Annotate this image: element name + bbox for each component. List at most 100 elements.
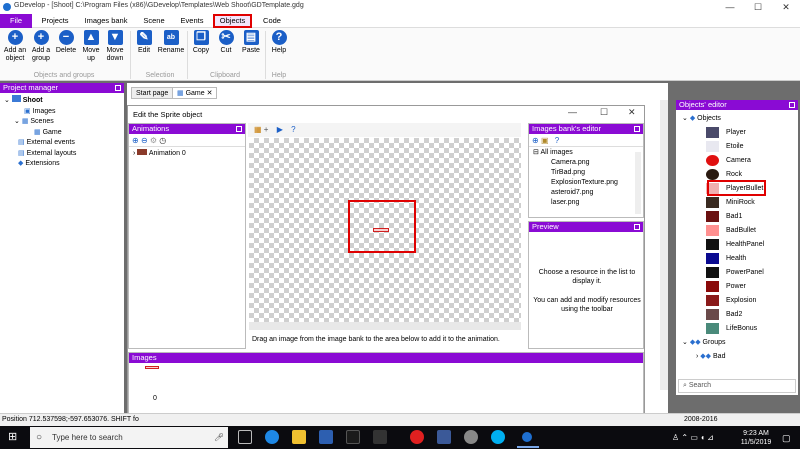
object-item[interactable]: Etoile xyxy=(706,140,798,154)
dialog-minimize-button[interactable]: — xyxy=(568,107,577,117)
skype-icon[interactable] xyxy=(491,430,505,444)
folder-icon[interactable]: ▣ xyxy=(541,136,549,145)
windows-start-icon[interactable]: ⊞ xyxy=(8,431,20,443)
paste-button[interactable]: ▤ Paste xyxy=(239,30,263,55)
microphone-icon[interactable]: 🎤︎ xyxy=(214,427,224,448)
objects-editor-title: Objects' editor xyxy=(676,100,798,110)
edge-icon[interactable] xyxy=(265,430,279,444)
tab-close-icon[interactable]: ✕ xyxy=(207,90,213,97)
menu-objects[interactable]: Objects xyxy=(213,14,252,28)
object-item[interactable]: MiniRock xyxy=(706,196,798,210)
point-icon[interactable]: + xyxy=(264,125,269,134)
image-item[interactable]: asteroid7.png xyxy=(533,188,639,198)
image-item[interactable]: TirBad.png xyxy=(533,168,639,178)
window-title: GDevelop - [Shoot] C:\Program Files (x86… xyxy=(14,2,304,9)
objects-root[interactable]: ⌄ ◆ Objects xyxy=(676,112,798,126)
app-icon[interactable] xyxy=(346,430,360,444)
task-view-icon[interactable] xyxy=(238,430,252,444)
taskbar-search-input[interactable]: ○ Type here to search 🎤︎ xyxy=(30,427,228,448)
cut-button[interactable]: ✂ Cut xyxy=(215,30,237,55)
object-item[interactable]: Player xyxy=(706,126,798,140)
image-item[interactable]: ExplosionTexture.png xyxy=(533,178,639,188)
edit-button[interactable]: ✎ Edit xyxy=(133,30,155,55)
menu-file[interactable]: File xyxy=(0,14,32,28)
events-icon: ▤ xyxy=(18,139,25,146)
opera-icon[interactable] xyxy=(410,430,424,444)
remove-animation-icon[interactable]: ⊖ xyxy=(141,136,148,145)
tree-item-shoot[interactable]: ⌄ Shoot xyxy=(4,95,124,107)
object-item[interactable]: LifeBonus xyxy=(706,322,798,336)
tab-game[interactable]: ▦ Game ✕ xyxy=(172,87,218,99)
facebook-icon[interactable] xyxy=(437,430,451,444)
grid-icon[interactable]: ▦ xyxy=(254,125,262,134)
object-item[interactable]: Health xyxy=(706,252,798,266)
groups-node[interactable]: ⌄ ◆◆ Groups xyxy=(676,336,798,350)
panel-close-icon[interactable] xyxy=(634,126,640,132)
notifications-icon[interactable]: ▢ xyxy=(782,433,791,444)
tree-item-extensions[interactable]: ◆ Extensions xyxy=(4,159,124,170)
file-explorer-icon[interactable] xyxy=(292,430,306,444)
move-down-button[interactable]: ▼ Move down xyxy=(104,30,126,63)
object-item[interactable]: Power xyxy=(706,280,798,294)
panel-close-icon[interactable] xyxy=(634,224,640,230)
rename-button[interactable]: ab Rename xyxy=(157,30,185,55)
scene-scrollbar[interactable] xyxy=(660,100,668,390)
play-icon[interactable]: ▶ xyxy=(277,125,283,134)
object-item[interactable]: Bad1 xyxy=(706,210,798,224)
gdevelop-taskbar-icon[interactable] xyxy=(520,430,534,444)
tree-item-external-layouts[interactable]: ▤ External layouts xyxy=(4,149,124,160)
object-item[interactable]: Bad2 xyxy=(706,308,798,322)
images-root[interactable]: ⊟ All images xyxy=(533,148,639,158)
panel-close-icon[interactable] xyxy=(236,126,242,132)
system-tray-icons[interactable]: ♙ ⌃ ▭ ◖ ⊿ xyxy=(672,433,714,442)
delete-button[interactable]: − Delete xyxy=(54,30,78,55)
tree-item-game[interactable]: ▦ Game xyxy=(4,128,124,139)
dialog-maximize-button[interactable]: ☐ xyxy=(600,107,608,118)
clock-icon[interactable]: ◷ xyxy=(159,136,166,145)
object-item[interactable]: HealthPanel xyxy=(706,238,798,252)
add-image-icon[interactable]: ⊕ xyxy=(532,136,539,145)
add-object-button[interactable]: + Add an object xyxy=(3,30,27,63)
objects-search-input[interactable]: ⌕ Search xyxy=(678,379,796,393)
image-item[interactable]: Camera.png xyxy=(533,158,639,168)
panel-close-icon[interactable] xyxy=(789,102,795,108)
panel-close-icon[interactable] xyxy=(115,85,121,91)
tree-item-scenes[interactable]: ⌄ ▦ Scenes xyxy=(4,117,124,128)
menu-projects[interactable]: Projects xyxy=(36,14,74,28)
settings-icon[interactable] xyxy=(464,430,478,444)
object-item[interactable]: BadBullet xyxy=(706,224,798,238)
settings-icon[interactable]: ⚙ xyxy=(150,136,157,145)
add-group-button[interactable]: + Add a group xyxy=(29,30,53,63)
menu-scene[interactable]: Scene xyxy=(138,14,170,28)
group-item-bad[interactable]: › ◆◆ Bad xyxy=(676,350,798,364)
copy-button[interactable]: ❐ Copy xyxy=(190,30,212,55)
tree-item-external-events[interactable]: ▤ External events xyxy=(4,138,124,149)
dialog-close-button[interactable]: ✕ xyxy=(628,107,636,118)
images-scrollbar[interactable] xyxy=(635,152,641,214)
media-icon[interactable] xyxy=(373,430,387,444)
tab-start-page[interactable]: Start page xyxy=(131,87,174,99)
object-item[interactable]: Explosion xyxy=(706,294,798,308)
clock[interactable]: 9:23 AM 11/5/2019 xyxy=(736,429,776,447)
menu-images-bank[interactable]: Images bank xyxy=(80,14,132,28)
maximize-button[interactable]: ☐ xyxy=(744,0,772,14)
animation-item[interactable]: › Animation 0 xyxy=(129,147,245,159)
image-item[interactable]: laser.png xyxy=(533,198,639,208)
search-icon: ○ xyxy=(36,432,43,443)
scene-icon: ▦ xyxy=(177,90,184,97)
object-item[interactable]: Camera xyxy=(706,154,798,168)
add-animation-icon[interactable]: ⊕ xyxy=(132,136,139,145)
store-icon[interactable] xyxy=(319,430,333,444)
canvas-scrollbar[interactable] xyxy=(249,322,521,330)
close-button[interactable]: ✕ xyxy=(772,0,800,14)
move-up-button[interactable]: ▲ Move up xyxy=(80,30,102,63)
menu-events[interactable]: Events xyxy=(174,14,210,28)
minimize-button[interactable]: — xyxy=(716,0,744,14)
image-thumbnail[interactable] xyxy=(145,366,159,369)
menu-code[interactable]: Code xyxy=(256,14,288,28)
help-button[interactable]: ? Help xyxy=(268,30,290,55)
object-item[interactable]: PowerPanel xyxy=(706,266,798,280)
tree-item-images[interactable]: ▣ Images xyxy=(4,107,124,118)
help-icon[interactable]: ? xyxy=(555,136,559,145)
help-icon[interactable]: ? xyxy=(291,125,295,134)
